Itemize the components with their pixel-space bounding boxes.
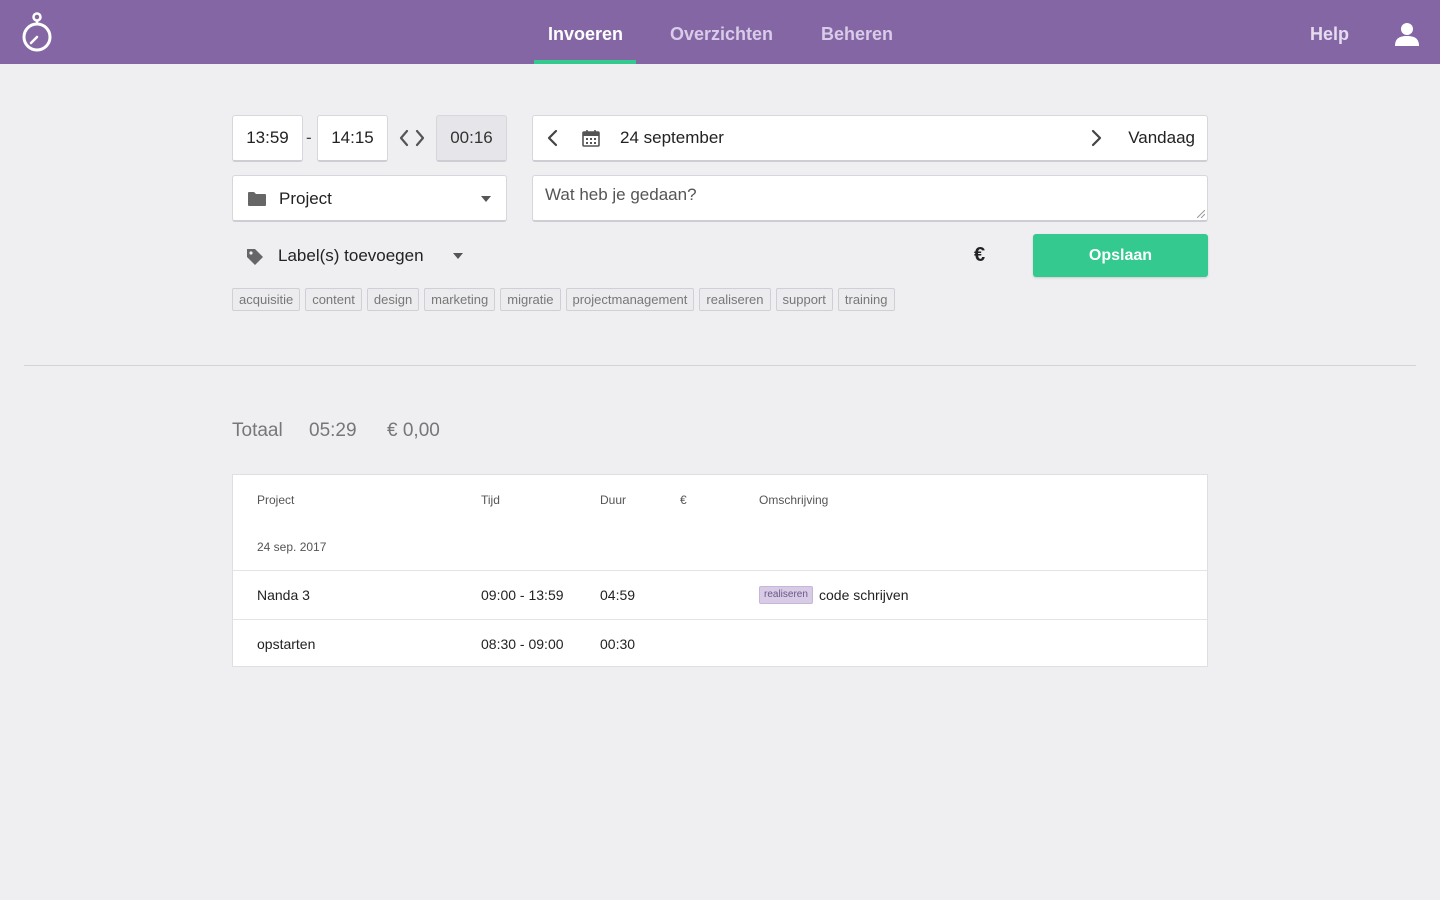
nav-tab-invoeren[interactable]: Invoeren (548, 0, 623, 64)
column-header-project: Project (257, 493, 295, 507)
billable-toggle-button[interactable]: € (974, 244, 985, 267)
calendar-icon[interactable] (582, 129, 600, 147)
row-time: 09:00 - 13:59 (481, 587, 564, 603)
active-tab-indicator (534, 60, 636, 64)
label-chip[interactable]: support (775, 288, 833, 311)
tag-icon (247, 249, 263, 265)
chevron-right-icon[interactable] (1086, 128, 1106, 148)
label-chip[interactable]: training (837, 288, 895, 311)
totals-time: 05:29 (309, 420, 357, 441)
stopwatch-icon[interactable] (18, 10, 56, 54)
today-button[interactable]: Vandaag (1128, 116, 1195, 160)
project-select[interactable]: Project (232, 175, 507, 222)
column-header-time: Tijd (481, 493, 500, 507)
row-duration: 00:30 (600, 636, 636, 652)
group-date-heading: 24 sep. 2017 (257, 540, 327, 554)
top-navigation-bar: Invoeren Overzichten Beheren Help (0, 0, 1440, 64)
row-project: Nanda 3 (257, 587, 310, 603)
time-entries-table: Project Tijd Duur € Omschrijving 24 sep.… (232, 474, 1208, 667)
time-separator: - (306, 128, 312, 147)
row-project: opstarten (257, 636, 316, 652)
nav-tab-beheren[interactable]: Beheren (821, 0, 893, 64)
label-chip[interactable]: projectmanagement (565, 288, 695, 311)
label-chip[interactable]: design (366, 288, 420, 311)
chevron-left-icon[interactable] (543, 128, 563, 148)
resize-grip-icon[interactable] (1197, 210, 1205, 218)
start-time-input[interactable]: 13:59 (232, 115, 303, 162)
row-label-badge: realiseren (759, 586, 813, 604)
row-duration: 04:59 (600, 587, 636, 603)
description-box (532, 175, 1208, 222)
nav-tab-overzichten[interactable]: Overzichten (670, 0, 773, 64)
column-header-amount: € (680, 493, 687, 507)
section-divider (24, 365, 1416, 366)
column-header-duration: Duur (600, 493, 627, 507)
date-picker: 24 september Vandaag (532, 115, 1208, 162)
duration-field[interactable]: 00:16 (436, 115, 507, 162)
row-time: 08:30 - 09:00 (481, 636, 564, 652)
labels-dropdown-label: Label(s) toevoegen (278, 246, 424, 265)
help-link[interactable]: Help (1310, 0, 1349, 68)
project-select-label: Project (279, 189, 332, 208)
folder-icon (248, 192, 266, 206)
totals-label: Totaal (232, 420, 283, 441)
table-row[interactable]: Nanda 3 09:00 - 13:59 04:59 realiseren c… (233, 570, 1207, 619)
description-input[interactable] (533, 176, 1207, 220)
user-icon[interactable] (1394, 22, 1420, 46)
dropdown-caret-icon (453, 253, 463, 259)
label-chip[interactable]: migratie (500, 288, 561, 311)
table-row[interactable]: opstarten 08:30 - 09:00 00:30 (233, 619, 1207, 668)
label-chip[interactable]: content (305, 288, 362, 311)
end-time-input[interactable]: 14:15 (317, 115, 388, 162)
row-description: code schrijven (819, 587, 909, 603)
dropdown-caret-icon (481, 196, 491, 202)
column-header-description: Omschrijving (759, 493, 829, 507)
label-chips: acquisitie content design marketing migr… (232, 288, 895, 311)
label-chip[interactable]: realiseren (699, 288, 771, 311)
label-chip[interactable]: marketing (424, 288, 496, 311)
totals-amount: € 0,00 (387, 420, 440, 441)
selected-date[interactable]: 24 september (620, 116, 724, 160)
label-chip[interactable]: acquisitie (232, 288, 301, 311)
save-button[interactable]: Opslaan (1033, 234, 1208, 277)
code-brackets-icon[interactable] (398, 128, 426, 148)
